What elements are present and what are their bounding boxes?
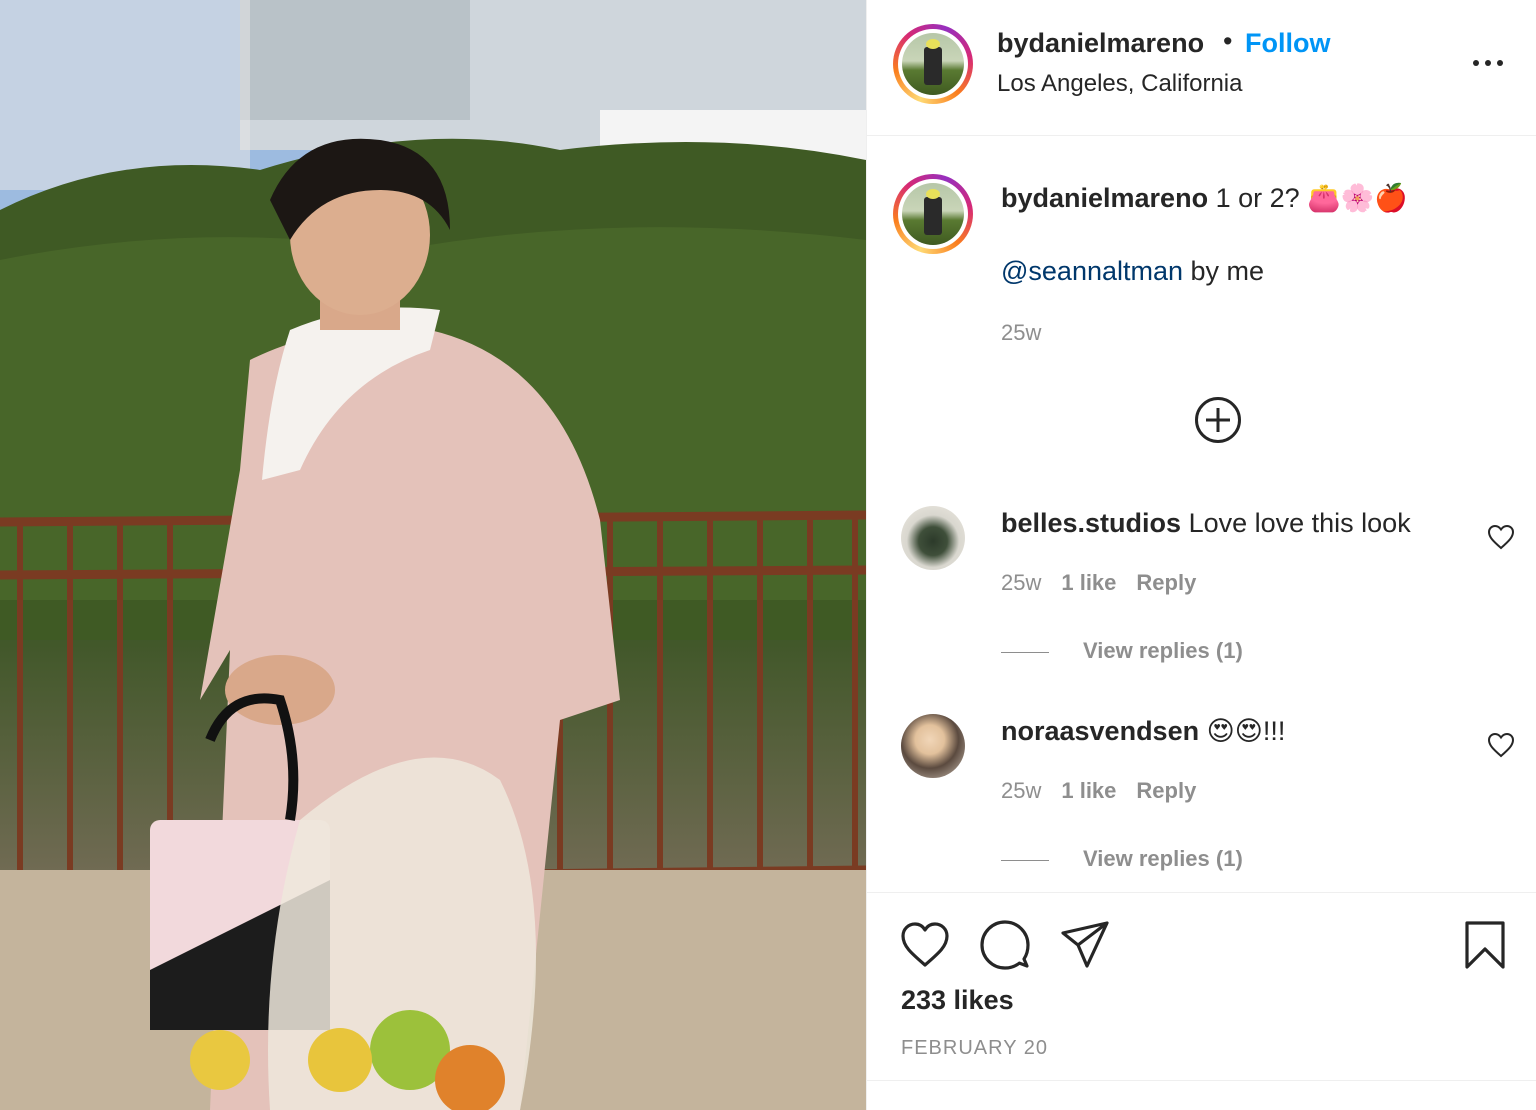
comment-text: noraasvendsen 😍😍!!! [1001, 716, 1285, 747]
view-replies-button[interactable]: View replies (1) [1001, 846, 1243, 872]
view-replies-button[interactable]: View replies (1) [1001, 638, 1243, 664]
more-options-icon[interactable] [1473, 56, 1503, 70]
action-bar: 233 likes FEBRUARY 20 [867, 892, 1536, 1080]
bookmark-icon[interactable] [1459, 919, 1511, 971]
caption-text: 1 or 2? 👛🌸🍎 [1208, 183, 1408, 213]
divider [867, 1080, 1536, 1081]
plus-circle-icon[interactable] [1194, 396, 1242, 444]
comment-username[interactable]: belles.studios [1001, 508, 1181, 538]
post-photo-illustration [0, 0, 866, 1110]
comment-text: belles.studios Love love this look [1001, 508, 1411, 539]
mention-suffix: by me [1183, 256, 1265, 286]
mention-link[interactable]: @seannaltman [1001, 256, 1183, 286]
reply-button[interactable]: Reply [1136, 778, 1196, 803]
comment-like-heart-icon[interactable] [1487, 732, 1515, 758]
author-avatar[interactable] [893, 24, 973, 104]
post-sidebar: bydanielmareno • Follow Los Angeles, Cal… [866, 0, 1536, 1110]
comment-username[interactable]: noraasvendsen [1001, 716, 1199, 746]
caption-mention-line: @seannaltman by me [1001, 256, 1264, 287]
caption-timestamp[interactable]: 25w [1001, 320, 1041, 346]
comment-avatar[interactable] [901, 506, 965, 570]
author-username[interactable]: bydanielmareno [997, 28, 1204, 59]
comment-avatar[interactable] [901, 714, 965, 778]
view-replies-label: View replies (1) [1083, 846, 1243, 871]
post-photo[interactable] [0, 0, 866, 1110]
comment-likes[interactable]: 1 like [1061, 570, 1116, 595]
caption-author-avatar[interactable] [893, 174, 973, 254]
reply-button[interactable]: Reply [1136, 570, 1196, 595]
comment-icon[interactable] [979, 919, 1031, 971]
caption-username[interactable]: bydanielmareno [1001, 183, 1208, 213]
follow-button[interactable]: Follow [1245, 28, 1330, 59]
comment-likes[interactable]: 1 like [1061, 778, 1116, 803]
separator-dot: • [1223, 26, 1233, 56]
share-icon[interactable] [1059, 919, 1111, 971]
heart-icon[interactable] [899, 919, 951, 971]
comment-timestamp[interactable]: 25w [1001, 778, 1041, 803]
comment-body: 😍😍!!! [1199, 716, 1286, 746]
view-replies-label: View replies (1) [1083, 638, 1243, 663]
post-header: bydanielmareno • Follow Los Angeles, Cal… [867, 0, 1536, 136]
caption: bydanielmareno 1 or 2? 👛🌸🍎 [1001, 182, 1408, 214]
replies-divider [1001, 651, 1049, 653]
post-date[interactable]: FEBRUARY 20 [901, 1037, 1048, 1060]
comment-body: Love love this look [1181, 508, 1411, 538]
comment-meta: 25w 1 like Reply [1001, 570, 1216, 596]
post-location[interactable]: Los Angeles, California [997, 70, 1242, 98]
comment-timestamp[interactable]: 25w [1001, 570, 1041, 595]
comment-meta: 25w 1 like Reply [1001, 778, 1216, 804]
likes-count[interactable]: 233 likes [901, 985, 1014, 1016]
replies-divider [1001, 859, 1049, 861]
comment-like-heart-icon[interactable] [1487, 524, 1515, 550]
